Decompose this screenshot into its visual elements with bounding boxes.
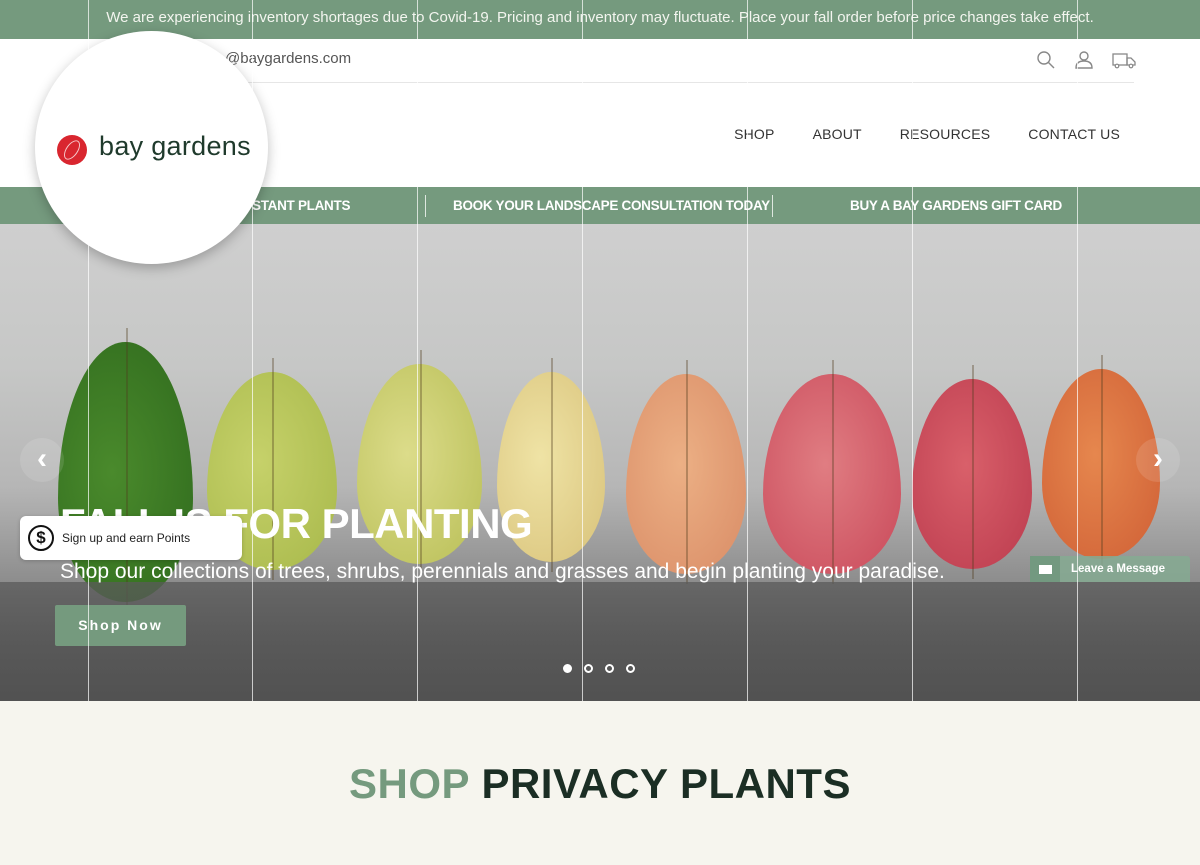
hero-subtitle: Shop our collections of trees, shrubs, p… [60, 560, 945, 583]
brand-name: bay gardens [99, 131, 251, 161]
shop-now-button[interactable]: Shop Now [55, 605, 186, 646]
header-divider [225, 82, 1134, 83]
carousel-dot-3[interactable] [605, 664, 614, 673]
leave-message-button[interactable]: Leave a Message [1030, 556, 1190, 582]
rewards-label: Sign up and earn Points [62, 531, 191, 545]
promo-divider [772, 195, 773, 217]
leaf-image [763, 360, 901, 584]
section-title-text: PRIVACY PLANTS [469, 760, 851, 807]
carousel-dot-2[interactable] [584, 664, 593, 673]
carousel-indicators [563, 664, 635, 673]
leave-message-label: Leave a Message [1071, 563, 1165, 575]
header-icons [1036, 50, 1136, 70]
promo-link-plants[interactable]: STANT PLANTS [252, 187, 350, 224]
account-icon[interactable] [1074, 50, 1094, 70]
hero-carousel: ‹ › FALL IS FOR PLANTING Shop our collec… [0, 224, 1200, 701]
section-title-accent: SHOP [349, 760, 470, 807]
section-title: SHOP PRIVACY PLANTS [0, 760, 1200, 808]
contact-email[interactable]: @baygardens.com [225, 50, 351, 67]
promo-divider [425, 195, 426, 217]
nav-contact-us[interactable]: CONTACT US [1028, 126, 1120, 142]
carousel-dot-4[interactable] [626, 664, 635, 673]
carousel-dot-1[interactable] [563, 664, 572, 673]
nav-about[interactable]: ABOUT [813, 126, 862, 142]
leaf-image [626, 360, 746, 584]
logo-badge[interactable]: bay gardens [35, 31, 268, 264]
promo-link-gift-card[interactable]: BUY A BAY GARDENS GIFT CARD [850, 187, 1062, 224]
dollar-coin-icon: $ [28, 525, 54, 551]
envelope-icon [1030, 556, 1060, 582]
nav-shop[interactable]: SHOP [734, 126, 774, 142]
rewards-widget[interactable]: $ Sign up and earn Points [20, 516, 242, 560]
announcement-bar: We are experiencing inventory shortages … [0, 0, 1200, 39]
search-icon[interactable] [1036, 50, 1056, 70]
nav-resources[interactable]: RESOURCES [900, 126, 990, 142]
logo-flower-icon [57, 135, 87, 165]
carousel-prev-button[interactable]: ‹ [20, 438, 64, 482]
delivery-truck-icon[interactable] [1112, 50, 1136, 70]
leaf-image [912, 365, 1032, 579]
carousel-next-button[interactable]: › [1136, 438, 1180, 482]
promo-link-consultation[interactable]: BOOK YOUR LANDSCAPE CONSULTATION TODAY [453, 187, 770, 224]
main-nav: SHOP ABOUT RESOURCES CONTACT US [734, 126, 1120, 142]
